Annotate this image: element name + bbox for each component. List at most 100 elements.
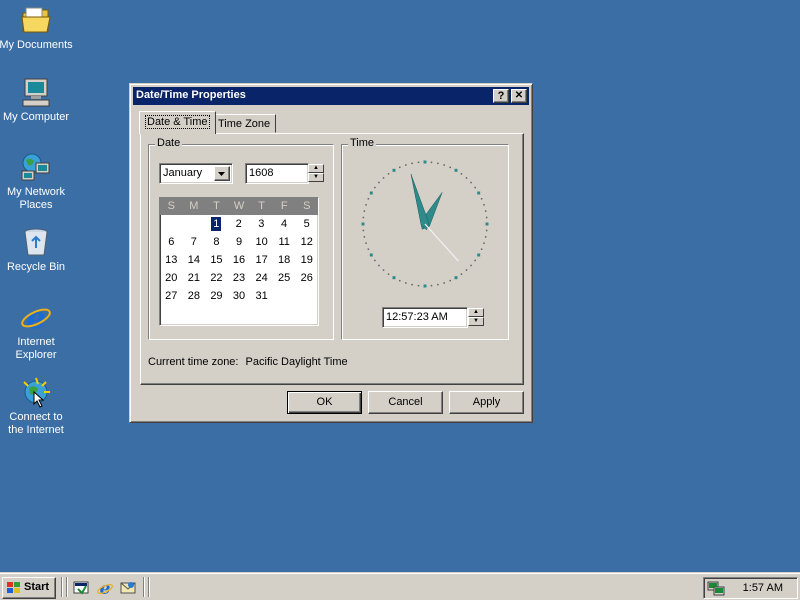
clock-minute-mark — [474, 259, 476, 262]
network-connection-icon[interactable] — [707, 580, 725, 596]
calendar-weekday-label: S — [167, 200, 175, 212]
calendar-day[interactable]: 17 — [250, 251, 273, 269]
calendar-week-row: 12345 — [160, 215, 318, 233]
year-value: 1608 — [249, 167, 274, 179]
desktop-icon-recycle-bin[interactable]: Recycle Bin — [0, 226, 74, 274]
show-desktop-icon[interactable] — [72, 579, 90, 597]
calendar-day[interactable]: 7 — [183, 233, 206, 251]
calendar-day[interactable]: 27 — [160, 287, 183, 305]
clock-minute-mark — [374, 259, 376, 262]
calendar-day[interactable]: 23 — [228, 269, 251, 287]
calendar-weekday-label: T — [213, 200, 220, 212]
time-field[interactable]: 12:57:23 AM — [382, 307, 468, 328]
time-spinner[interactable]: ▲ ▼ — [468, 308, 484, 327]
month-select[interactable]: January — [159, 163, 233, 184]
calendar-day[interactable]: 16 — [228, 251, 251, 269]
year-spinner[interactable]: ▲ ▼ — [308, 164, 324, 183]
calendar-week-row: 6 7 8 9 10 11 12 — [160, 233, 318, 251]
year-field[interactable]: 1608 — [245, 163, 309, 184]
calendar-day[interactable]: 14 — [183, 251, 206, 269]
internet-explorer-quicklaunch-icon[interactable]: e — [96, 579, 114, 597]
calendar-day[interactable]: 24 — [250, 269, 273, 287]
time-group-label: Time — [348, 137, 377, 149]
calendar-day[interactable]: 18 — [273, 251, 296, 269]
clock-minute-mark — [378, 181, 380, 184]
clock-minute-mark — [374, 186, 376, 189]
clock-hour-mark — [485, 222, 489, 226]
calendar-day[interactable]: 6 — [160, 233, 183, 251]
calendar-day[interactable]: 2 — [227, 215, 250, 233]
start-button[interactable]: Start — [2, 577, 56, 599]
calendar-day[interactable]: 13 — [160, 251, 183, 269]
spin-down-button[interactable]: ▼ — [308, 173, 324, 182]
clock-hour-mark — [392, 168, 396, 172]
desktop-icon-my-computer[interactable]: My Computer — [0, 76, 74, 124]
clock-minute-mark — [465, 177, 468, 179]
calendar-day[interactable]: 22 — [205, 269, 228, 287]
desktop-icon-my-network-places[interactable]: My Network Places — [0, 151, 74, 212]
calendar-weekday-label: S — [303, 200, 311, 212]
clock-minute-mark — [382, 177, 385, 179]
calendar-week-row: 13 14 15 16 17 18 19 — [160, 251, 318, 269]
calendar-body: 1 2 3 4 5 6 7 8 9 10 11 12 13 14 15 16 17 18 19 20 21 22 23 24 2… — [160, 215, 318, 305]
help-button[interactable]: ? — [493, 89, 509, 103]
recycle-bin-icon — [24, 228, 48, 256]
spin-up-button[interactable]: ▲ — [468, 308, 484, 317]
spin-down-button[interactable]: ▼ — [468, 317, 484, 326]
calendar-day[interactable]: 8 — [205, 233, 228, 251]
calendar-day[interactable]: 1 — [211, 217, 222, 231]
calendar-day[interactable]: 9 — [228, 233, 251, 251]
calendar-day[interactable]: 3 — [250, 215, 273, 233]
desktop-icon-internet-explorer[interactable]: e Internet Explorer — [0, 301, 74, 362]
network-icon — [21, 153, 50, 181]
date-groupbox: Date January 1608 ▲ ▼ SMTWTFS 1234567891… — [148, 137, 334, 340]
desktop-icon-label: My Network — [6, 186, 66, 198]
tab-time-zone[interactable]: Time Zone — [212, 114, 277, 133]
calendar-day[interactable]: 19 — [295, 251, 318, 269]
calendar-weekday-label: M — [189, 200, 199, 212]
outlook-express-icon[interactable] — [119, 579, 137, 597]
taskbar-separator — [143, 577, 145, 597]
calendar-day[interactable]: 30 — [228, 287, 251, 305]
clock-minute-mark — [443, 282, 445, 284]
calendar-day[interactable]: 20 — [160, 269, 183, 287]
clock-minute-mark — [470, 264, 472, 267]
close-button[interactable]: ✕ — [511, 89, 527, 103]
calendar-day[interactable]: 29 — [205, 287, 228, 305]
calendar-weekday-label: F — [280, 200, 288, 212]
calendar-grid[interactable]: SMTWTFS 1 2 3 4 5 6 7 8 9 10 11 12 13 14 15 16 17 18 19 20 2… — [159, 197, 319, 326]
clock-hour-mark — [361, 222, 365, 226]
calendar-day[interactable]: 21 — [183, 269, 206, 287]
spin-up-button[interactable]: ▲ — [308, 164, 324, 173]
clock-minute-mark — [443, 164, 445, 166]
calendar-day[interactable]: 4 — [273, 215, 296, 233]
desktop-icon-my-documents[interactable]: My Documents — [0, 4, 74, 52]
calendar-day[interactable]: 12 — [295, 233, 318, 251]
desktop-icon-label: Recycle Bin — [6, 261, 66, 273]
clock-minute-mark — [437, 283, 439, 286]
month-dropdown-button[interactable] — [214, 166, 230, 181]
taskbar-clock[interactable]: 1:57 AM — [743, 582, 783, 594]
clock-minute-mark — [465, 269, 468, 271]
tab-label: Time Zone — [218, 118, 271, 130]
cancel-button[interactable]: Cancel — [368, 391, 443, 414]
clock-minute-mark — [417, 284, 420, 287]
calendar-day[interactable]: 25 — [273, 269, 296, 287]
calendar-day[interactable]: 10 — [250, 233, 273, 251]
calendar-day[interactable]: 26 — [295, 269, 318, 287]
clock-hour-mark — [392, 276, 396, 280]
calendar-day[interactable]: 11 — [273, 233, 296, 251]
clock-minute-mark — [387, 173, 390, 175]
apply-button[interactable]: Apply — [449, 391, 524, 414]
calendar-day[interactable]: 15 — [205, 251, 228, 269]
calendar-day[interactable]: 28 — [183, 287, 206, 305]
clock-minute-mark — [460, 273, 463, 275]
tab-date-and-time[interactable]: Date & Time — [139, 111, 216, 134]
calendar-day[interactable]: 31 — [250, 287, 273, 305]
calendar-day[interactable]: 5 — [295, 215, 318, 233]
ok-button[interactable]: OK — [287, 391, 362, 414]
titlebar[interactable]: Date/Time Properties ? ✕ — [133, 87, 529, 105]
calendar-week-row: 20 21 22 23 24 25 26 — [160, 269, 318, 287]
clock-hour-mark — [423, 284, 427, 288]
desktop-icon-connect-to-internet[interactable]: Connect to the Internet — [0, 376, 74, 437]
